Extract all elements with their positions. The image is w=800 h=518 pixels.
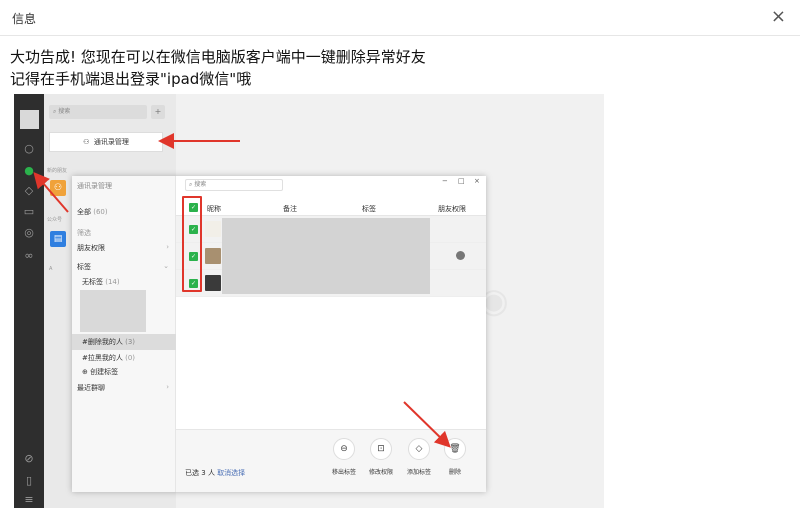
column-nickname: 昵称 <box>207 205 221 213</box>
contacts-icon: ⚇ <box>83 138 90 146</box>
add-contact-button[interactable]: + <box>151 105 165 119</box>
redacted-tags <box>80 290 146 332</box>
deselect-link[interactable]: 取消选择 <box>217 469 245 477</box>
manager-content: ⌕ 搜索 − □ × ✓ 昵称 备注 标签 朋友权限 ✓ ✓ ✓ 已选 3 人 … <box>176 176 486 492</box>
remove-tag-icon: ⊖ <box>333 438 355 460</box>
tags-item[interactable]: 标签 <box>77 262 91 272</box>
contacts-icon[interactable]: ● <box>22 164 36 178</box>
favorites-icon[interactable]: ◇ <box>22 184 36 198</box>
wechat-sidebar: ○ ● ◇ ▭ ◎ ∞ ⊘ ▯ ≡ <box>14 94 44 508</box>
manager-search-input[interactable]: ⌕ 搜索 <box>185 179 283 191</box>
contacts-manager-window: 通讯录管理 全部 (60) 筛选 朋友权限 › 标签 ⌄ 无标签 (14) #删… <box>72 176 486 492</box>
recent-groups-item[interactable]: 最近群聊 <box>77 383 105 393</box>
chevron-right-icon: › <box>166 383 169 391</box>
permission-icon <box>456 251 465 260</box>
plus-circle-icon: ⊕ <box>82 368 88 376</box>
section-official: 公众号 <box>47 217 63 223</box>
delete-button[interactable]: 🗑 删除 <box>435 438 475 476</box>
column-remark: 备注 <box>283 205 297 213</box>
new-friend-icon[interactable]: ⚇ <box>50 180 66 196</box>
filter-all[interactable]: 全部 (60) <box>77 207 108 217</box>
redacted-contacts <box>222 218 430 294</box>
filter-label: 筛选 <box>77 229 91 237</box>
dialog-titlebar: 信息 × <box>0 0 800 36</box>
selection-summary: 已选 3 人 取消选择 <box>185 469 246 477</box>
minimize-icon[interactable]: − <box>442 177 448 185</box>
files-icon[interactable]: ▭ <box>22 205 36 219</box>
maximize-icon[interactable]: □ <box>458 177 465 185</box>
official-account-icon[interactable]: ▤ <box>50 231 66 247</box>
column-friend-permission: 朋友权限 <box>438 205 466 213</box>
contacts-search-input[interactable]: ⌕ 搜索 <box>49 105 147 119</box>
wechat-screenshot: ○ ● ◇ ▭ ◎ ∞ ⊘ ▯ ≡ ⌕ 搜索 + ⚇ 通讯录管理 新的朋友 ⚇ … <box>14 94 604 508</box>
tag-no-tag[interactable]: 无标签 (14) <box>82 277 120 287</box>
close-icon[interactable]: × <box>771 8 786 26</box>
lock-icon: ⊡ <box>370 438 392 460</box>
checkbox-highlight-box <box>182 196 202 292</box>
column-tags: 标签 <box>362 205 376 213</box>
link-icon[interactable]: ⊘ <box>22 452 36 466</box>
manager-title: 通讯录管理 <box>77 182 112 190</box>
tag-icon: ◇ <box>408 438 430 460</box>
avatar[interactable] <box>20 110 39 129</box>
dialog-title: 信息 <box>12 12 37 26</box>
phone-icon[interactable]: ▯ <box>22 474 36 488</box>
contacts-manage-button[interactable]: ⚇ 通讯录管理 <box>49 132 163 152</box>
remove-tag-button[interactable]: ⊖ 移出标签 <box>324 438 364 476</box>
moments-icon[interactable]: ◎ <box>22 226 36 240</box>
edit-permission-button[interactable]: ⊡ 修改权限 <box>361 438 401 476</box>
manager-sidebar: 通讯录管理 全部 (60) 筛选 朋友权限 › 标签 ⌄ 无标签 (14) #删… <box>72 176 176 492</box>
avatar <box>205 248 221 264</box>
chevron-down-icon: ⌄ <box>163 262 169 270</box>
info-dialog: 信息 × 大功告成! 您现在可以在微信电脑版客户端中一键删除异常好友 记得在手机… <box>0 0 800 518</box>
success-message: 大功告成! 您现在可以在微信电脑版客户端中一键删除异常好友 <box>10 48 426 66</box>
tag-deleted-me[interactable]: #删除我的人 (3) <box>82 337 135 347</box>
avatar <box>205 221 221 237</box>
create-tag-button[interactable]: ⊕ 创建标签 <box>82 367 118 377</box>
section-new-friends: 新的朋友 <box>47 168 68 174</box>
trash-icon: 🗑 <box>444 438 466 460</box>
chat-icon[interactable]: ○ <box>22 142 36 156</box>
logout-reminder: 记得在手机端退出登录"ipad微信"哦 <box>10 70 252 88</box>
chevron-right-icon: › <box>166 243 169 251</box>
tag-blocked-me[interactable]: #拉黑我的人 (0) <box>82 353 135 363</box>
window-close-icon[interactable]: × <box>474 177 480 185</box>
add-tag-button[interactable]: ◇ 添加标签 <box>399 438 439 476</box>
avatar <box>205 275 221 291</box>
miniprogram-icon[interactable]: ∞ <box>22 249 36 263</box>
table-header: ✓ 昵称 备注 标签 朋友权限 <box>176 198 486 216</box>
action-bar: 已选 3 人 取消选择 ⊖ 移出标签 ⊡ 修改权限 ◇ 添加标签 🗑 删除 <box>176 429 486 492</box>
friend-permission-item[interactable]: 朋友权限 <box>77 243 105 253</box>
section-letter-a: A <box>49 266 53 272</box>
menu-icon[interactable]: ≡ <box>22 493 36 507</box>
